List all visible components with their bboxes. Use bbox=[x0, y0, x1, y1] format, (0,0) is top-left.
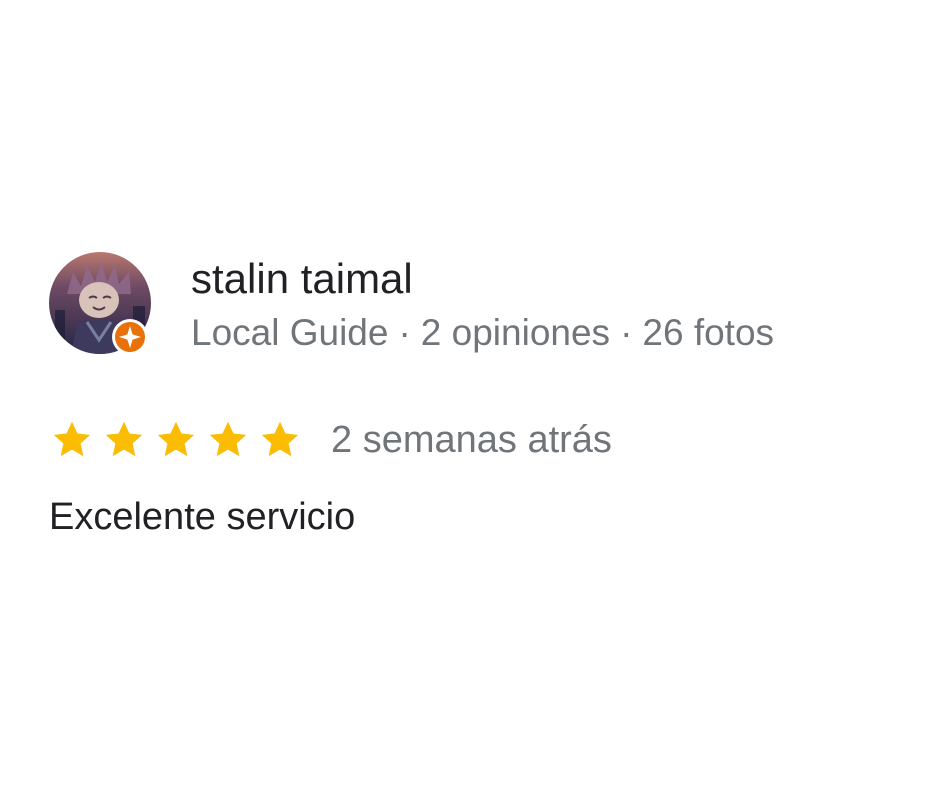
author-info: stalin taimal Local Guide · 2 opiniones · 26… bbox=[191, 252, 774, 358]
author-name[interactable]: stalin taimal bbox=[191, 253, 774, 305]
reviews-count: 2 opiniones bbox=[420, 312, 611, 353]
local-guide-badge-icon bbox=[112, 319, 148, 355]
star-icon bbox=[105, 421, 143, 457]
review-header: stalin taimal Local Guide · 2 opiniones · 26… bbox=[49, 252, 909, 358]
author-meta: Local Guide · 2 opiniones · 26 fotos bbox=[191, 308, 774, 358]
meta-separator: · bbox=[398, 312, 411, 353]
review-date: 2 semanas atrás bbox=[331, 419, 612, 461]
star-icon bbox=[157, 421, 195, 457]
star-icon bbox=[53, 421, 91, 457]
review-text: Excelente servicio bbox=[49, 496, 356, 538]
photos-count: 26 fotos bbox=[642, 312, 775, 353]
star-icon bbox=[261, 421, 299, 457]
author-avatar-container[interactable] bbox=[49, 252, 151, 355]
review-card: stalin taimal Local Guide · 2 opiniones · 26… bbox=[49, 252, 909, 542]
rating-row: 2 semanas atrás bbox=[49, 416, 909, 464]
star-rating bbox=[49, 417, 309, 463]
local-guide-label: Local Guide bbox=[191, 312, 389, 353]
meta-separator: · bbox=[620, 312, 633, 353]
star-icon bbox=[209, 421, 247, 457]
